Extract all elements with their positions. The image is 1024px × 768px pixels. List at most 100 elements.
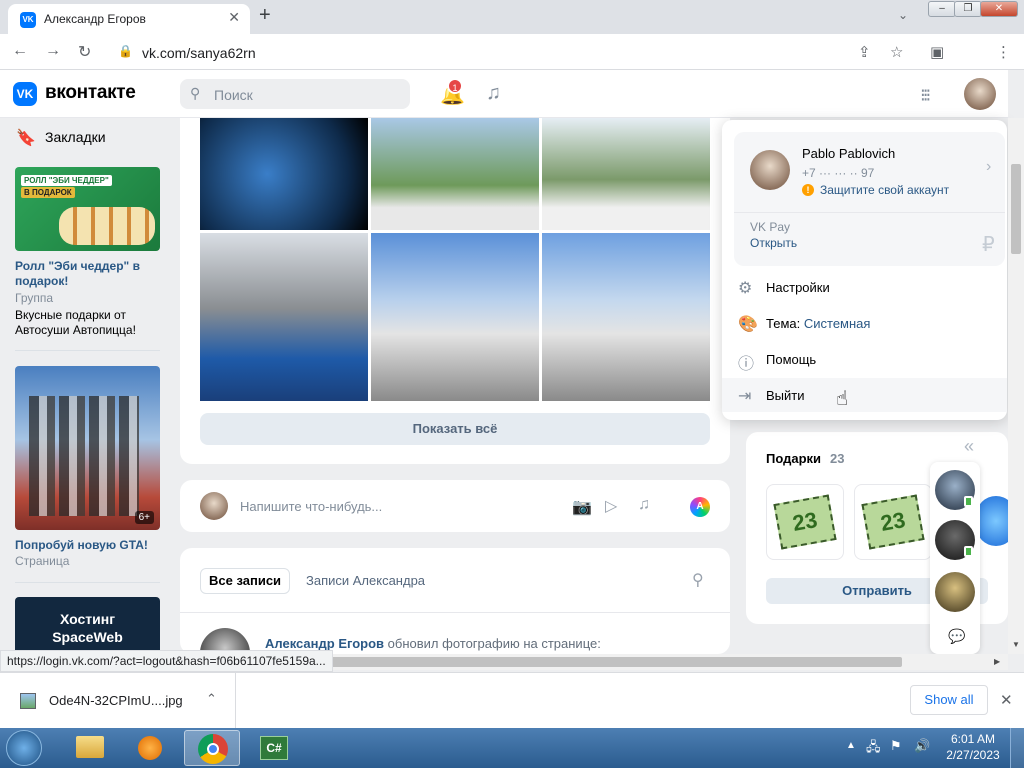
tray-expand-icon[interactable]: ▲ [846,740,856,751]
side-panel-icon[interactable]: ▣ [930,43,944,61]
omnibox[interactable]: 🔒 vk.com/sanya62rn [108,39,844,65]
status-url: https://login.vk.com/?act=logout&hash=f0… [0,650,333,672]
minimize-button[interactable]: – [928,1,956,17]
music-note-icon[interactable]: ♫ [638,496,650,514]
clock-time[interactable]: 6:01 AM [944,732,1002,746]
maximize-button[interactable]: ❐ [954,1,982,17]
ad-image-spaceweb[interactable]: Хостинг SpaceWeb [15,597,160,654]
tab-close-icon[interactable]: ✕ [228,9,240,26]
taskbar-csharp[interactable]: C# [246,730,302,766]
new-tab-icon[interactable]: + [259,4,271,27]
back-icon[interactable]: ← [12,42,28,60]
photo-thumb[interactable] [200,118,368,230]
camera-icon[interactable]: 📷 [572,497,592,517]
clock-date[interactable]: 2/27/2023 [944,748,1002,762]
scroll-down-arrow-icon[interactable]: ▼ [1012,640,1020,649]
bookmark-star-icon[interactable]: ☆ [890,43,903,61]
forward-icon[interactable]: → [45,42,61,60]
search-icon[interactable]: ⚲ [692,570,704,590]
share-icon[interactable]: ⇪ [858,43,871,61]
menu-kebab-icon[interactable]: ⋮ [996,43,1011,61]
ruble-icon: ₽ [982,234,995,256]
ad-title[interactable]: Ролл "Эби чеддер" в подарок! [15,259,165,289]
close-window-button[interactable]: ✕ [980,1,1018,17]
scroll-thumb[interactable] [330,657,902,667]
taskbar-media-player[interactable] [122,730,178,766]
video-icon[interactable]: ▷ [605,496,617,516]
chat-bubble-icon[interactable]: 💬 [948,628,965,645]
ad-image-sushi[interactable]: РОЛЛ "ЭБИ ЧЕДДЕР" В ПОДАРОК [15,167,160,251]
ad-title[interactable]: Попробуй новую GTA! [15,538,165,553]
chevron-right-icon: › [986,158,992,175]
hand-cursor-icon: ☝ [836,388,849,410]
close-icon[interactable]: ✕ [1000,691,1013,709]
apps-grid-icon[interactable]: ⁝⁝⁝ [920,85,931,106]
photo-thumb[interactable] [542,233,710,401]
music-icon[interactable]: ♫ [486,82,501,105]
photo-thumb[interactable] [371,118,539,230]
download-bar: Ode4N-32CPImU....jpg ⌃ Show all ✕ [0,672,1024,729]
ad-image-gta[interactable]: 6+ [15,366,160,530]
folder-icon [76,736,104,758]
vk-favicon-icon: VK [20,12,36,28]
menu-item-help[interactable]: ⓘ Помощь [722,342,1007,376]
photo-thumb[interactable] [371,233,539,401]
show-desktop-button[interactable] [1010,728,1024,768]
tab-all-posts[interactable]: Все записи [200,568,291,594]
menu-item-theme[interactable]: 🎨 Тема: Системная [722,306,1007,340]
friend-avatar[interactable] [935,572,975,612]
search-input[interactable]: ⚲ Поиск [180,79,410,109]
profile-phone: +7 ··· ··· ·· 97 [802,166,875,180]
volume-icon[interactable]: 🔊 [914,738,930,754]
compose-input[interactable]: Напишите что-нибудь... [240,499,382,514]
profile-card[interactable]: Pablo Pablovich +7 ··· ··· ·· 97 ! Защит… [734,132,1005,266]
media-player-icon [138,736,162,760]
reload-icon[interactable]: ↻ [78,42,91,62]
bookmarks-link[interactable]: Закладки [45,129,106,145]
download-filename[interactable]: Ode4N-32CPImU....jpg [49,693,183,708]
photos-block: Показать всё [180,118,730,464]
gift-item[interactable]: 23 [766,484,844,560]
vkpay-open-link[interactable]: Открыть [750,236,797,250]
divider [15,350,160,351]
gifts-title[interactable]: Подарки [766,451,821,466]
vertical-scrollbar[interactable]: ▼ [1008,118,1024,654]
gift-item[interactable]: 23 [854,484,932,560]
windows-taskbar: C# ▲ 🖧 ⚑ 🔊 6:01 AM 2/27/2023 [0,728,1024,768]
menu-item-settings[interactable]: ⚙ Настройки [722,270,1007,304]
post-author[interactable]: Александр Егоров [265,636,384,651]
browser-tab[interactable]: VK Александр Егоров ✕ [8,4,250,34]
online-mobile-icon [964,496,973,507]
tab-search-chevron-icon[interactable]: ⌄ [898,8,908,22]
photo-thumb[interactable] [200,233,368,401]
taskbar-explorer[interactable] [62,730,118,766]
chevron-up-icon[interactable]: ⌃ [206,691,217,707]
start-button[interactable] [6,730,42,766]
scroll-thumb[interactable] [1011,164,1021,254]
online-mobile-icon [964,546,973,557]
menu-item-label: Настройки [766,280,830,295]
menu-item-logout[interactable]: ⇥ Выйти [722,378,1007,412]
gifts-count: 23 [830,451,845,466]
collapse-icon[interactable]: « [964,436,974,457]
gift-label: 23 [861,494,925,550]
vk-ai-icon[interactable]: A [690,497,710,517]
network-icon[interactable]: 🖧 [866,738,881,760]
vk-brand[interactable]: вконтакте [45,82,136,104]
divider [734,212,1005,213]
photo-thumb[interactable] [542,118,710,230]
bookmark-icon: 🔖 [16,130,36,147]
flag-icon[interactable]: ⚑ [890,738,902,754]
scroll-right-arrow-icon[interactable]: ▶ [994,657,1000,666]
show-all-downloads-button[interactable]: Show all [910,685,988,715]
tab-his-posts[interactable]: Записи Александра [306,573,425,588]
header-avatar[interactable] [964,78,996,110]
protect-account-link[interactable]: Защитите свой аккаунт [820,183,949,197]
ad-type: Страница [15,554,70,568]
tab-title: Александр Егоров [44,12,146,26]
compose-avatar [200,492,228,520]
vk-logo-icon[interactable]: VK [13,82,37,106]
show-all-button[interactable]: Показать всё [200,413,710,445]
gift-item-partial[interactable] [976,496,1008,546]
taskbar-chrome[interactable] [184,730,240,766]
